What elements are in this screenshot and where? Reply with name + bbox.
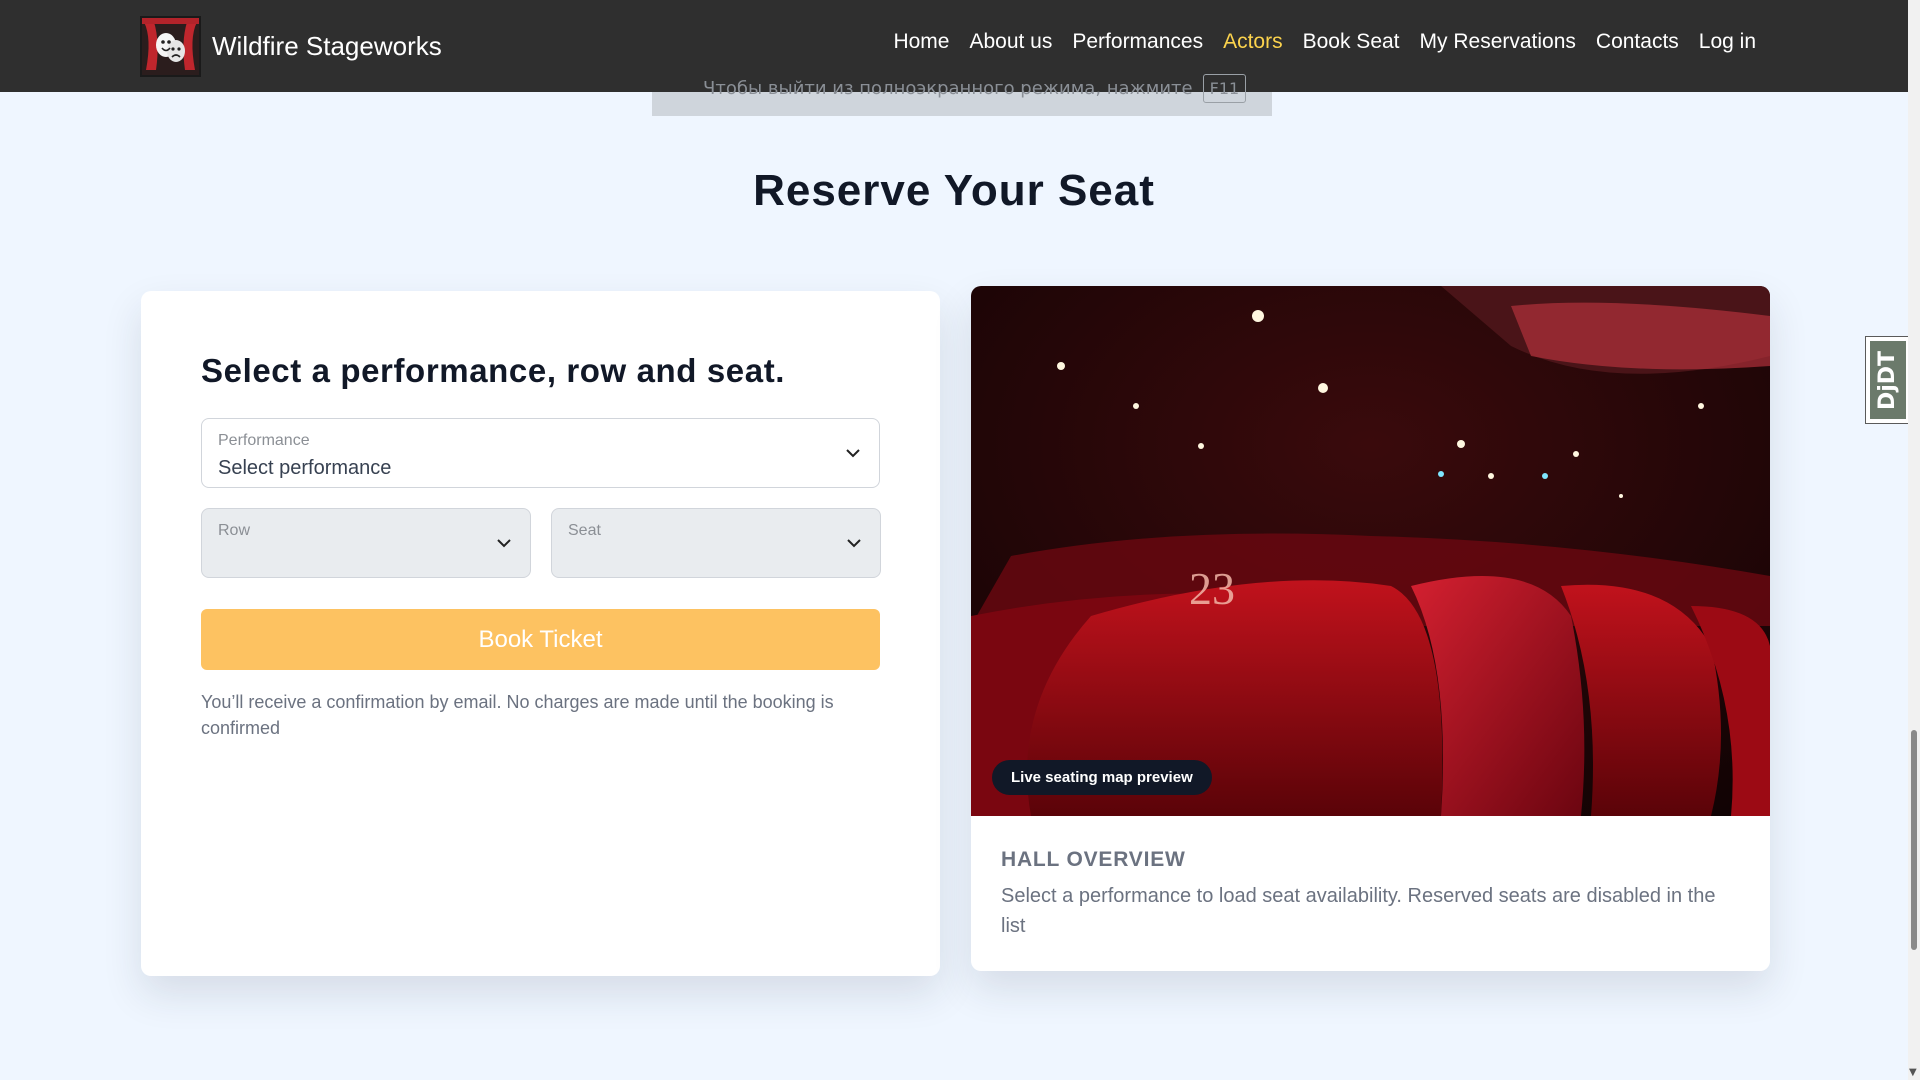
row-label: Row	[218, 522, 251, 539]
nav-log-in[interactable]: Log in	[1699, 30, 1756, 54]
scrollbar-thumb[interactable]	[1911, 730, 1917, 950]
theatre-seats-image: 23	[971, 286, 1770, 816]
seat-label: Seat	[568, 522, 601, 539]
performance-value: Select performance	[218, 457, 392, 479]
main-nav: Home About us Performances Actors Book S…	[893, 30, 1756, 54]
hall-overview-title: HALL OVERVIEW	[1001, 848, 1186, 871]
page-title: Reserve Your Seat	[753, 166, 1155, 215]
seat-select[interactable]: Seat	[551, 508, 881, 578]
debug-toolbar-label: DjDT	[1875, 350, 1901, 410]
performance-select[interactable]: Performance Select performance	[201, 418, 880, 488]
scroll-down-arrow-icon[interactable]: ▼	[1909, 1067, 1917, 1078]
chevron-down-icon	[847, 539, 861, 548]
chevron-down-icon	[846, 449, 860, 458]
brand[interactable]: Wildfire Stageworks	[140, 16, 442, 77]
debug-toolbar-toggle[interactable]: DjDT	[1865, 336, 1911, 424]
live-preview-badge: Live seating map preview	[992, 760, 1212, 795]
theatre-masks-icon	[140, 16, 201, 77]
fullscreen-hint-key: F11	[1202, 74, 1247, 103]
nav-actors[interactable]: Actors	[1223, 30, 1283, 54]
brand-name: Wildfire Stageworks	[212, 31, 442, 61]
nav-my-reservations[interactable]: My Reservations	[1420, 30, 1576, 54]
fullscreen-hint: Чтобы выйти из полноэкранного режима, на…	[703, 74, 1247, 103]
seat-number: 23	[1189, 563, 1235, 614]
book-ticket-button[interactable]: Book Ticket	[201, 609, 880, 670]
chevron-down-icon	[497, 539, 511, 548]
nav-home[interactable]: Home	[893, 30, 949, 54]
page-scrollbar[interactable]: ▼	[1908, 0, 1920, 1080]
form-heading: Select a performance, row and seat.	[201, 352, 786, 389]
booking-form-card: Select a performance, row and seat. Perf…	[141, 291, 940, 976]
performance-label: Performance	[218, 432, 310, 449]
row-select[interactable]: Row	[201, 508, 531, 578]
debug-toolbar-handle: DjDT	[1870, 341, 1906, 419]
nav-book-seat[interactable]: Book Seat	[1303, 30, 1400, 54]
fullscreen-hint-text: Чтобы выйти из полноэкранного режима, на…	[703, 78, 1193, 99]
nav-performances[interactable]: Performances	[1072, 30, 1203, 54]
hall-overview-description: Select a performance to load seat availa…	[1001, 885, 1716, 937]
hall-overview-card: 23 Live seating map preview HALL OVERVIE…	[971, 286, 1770, 971]
confirmation-note: You’ll receive a confirmation by email. …	[201, 692, 834, 738]
nav-contacts[interactable]: Contacts	[1596, 30, 1679, 54]
nav-about-us[interactable]: About us	[969, 30, 1052, 54]
